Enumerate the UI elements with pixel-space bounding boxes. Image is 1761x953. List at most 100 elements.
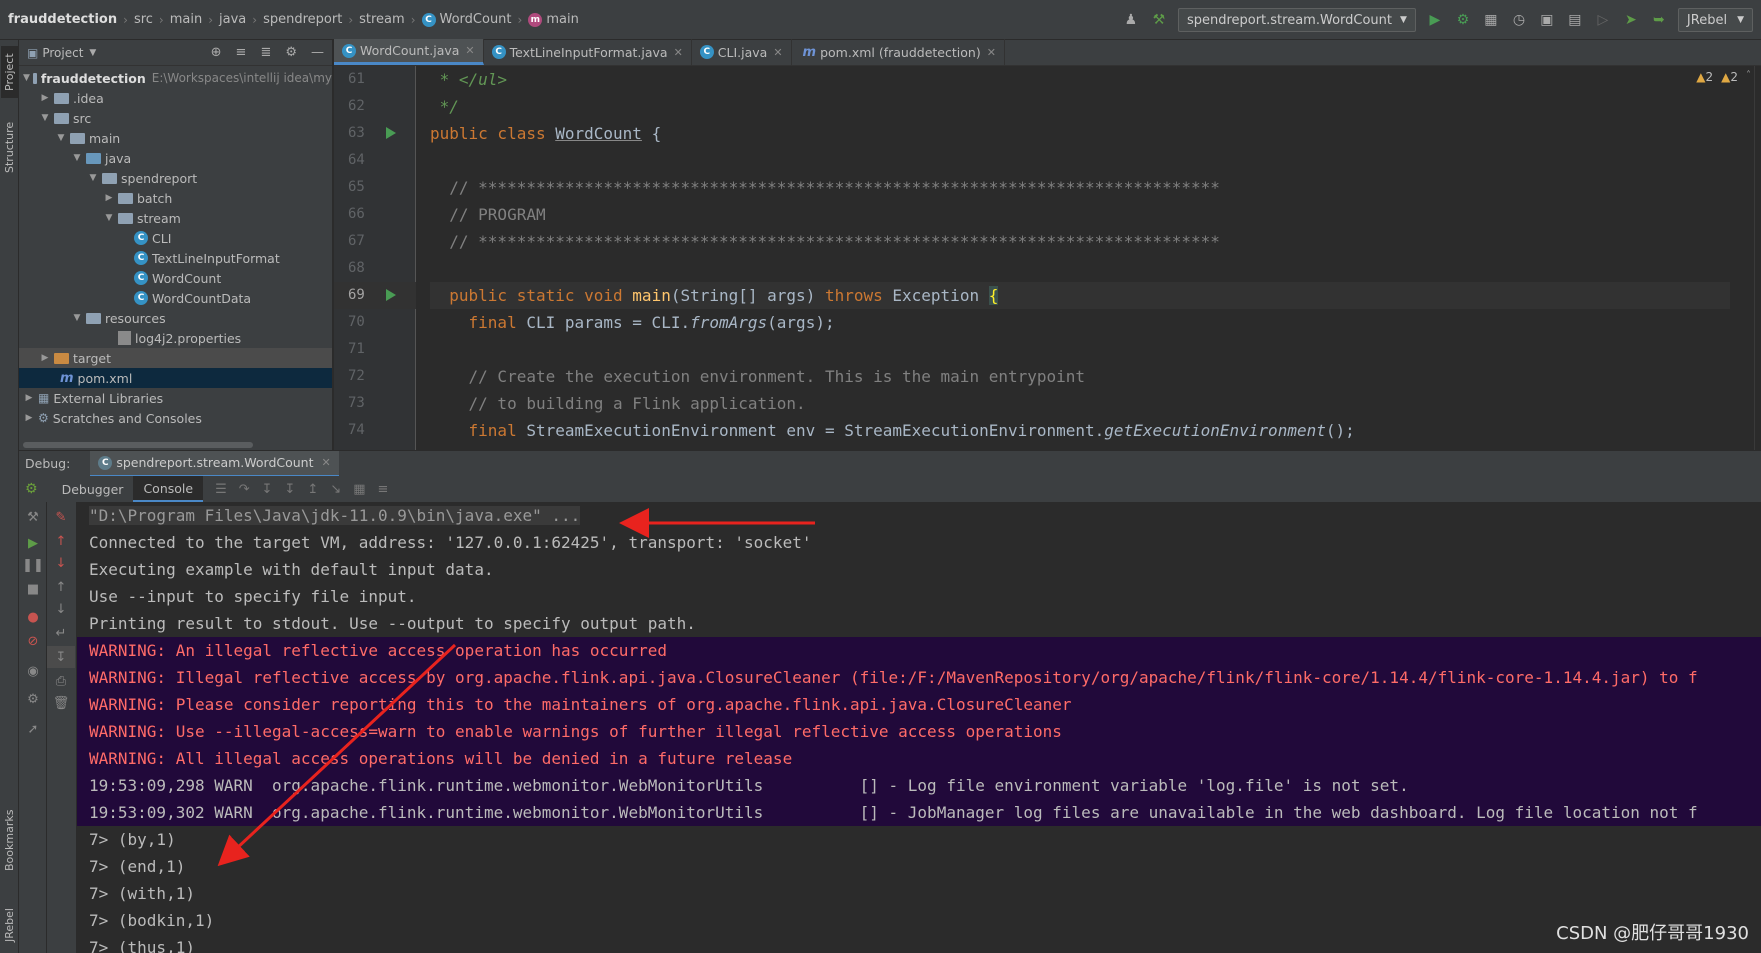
trace-icon[interactable]: ≡ bbox=[378, 482, 389, 497]
tree-item-log4j2[interactable]: log4j2.properties bbox=[19, 328, 332, 348]
build-hammer-icon[interactable]: ⚒ bbox=[1150, 11, 1168, 29]
tree-item-textlineinputformat[interactable]: C TextLineInputFormat bbox=[19, 248, 332, 268]
console-output[interactable]: "D:\Program Files\Java\jdk-11.0.9\bin\ja… bbox=[77, 502, 1761, 953]
console-command-text[interactable]: "D:\Program Files\Java\jdk-11.0.9\bin\ja… bbox=[89, 506, 581, 525]
chevron-right-icon[interactable]: ▶ bbox=[39, 353, 51, 363]
chevron-up-icon[interactable]: ˄ bbox=[1746, 70, 1751, 84]
breadcrumb-method[interactable]: m main bbox=[528, 12, 579, 27]
breadcrumb-java[interactable]: java bbox=[219, 12, 246, 27]
breadcrumb-class[interactable]: C WordCount bbox=[421, 12, 512, 27]
tree-item-java[interactable]: ▼ java bbox=[19, 148, 332, 168]
tree-item-idea[interactable]: ▶ .idea bbox=[19, 88, 332, 108]
project-panel-title[interactable]: Project bbox=[42, 46, 83, 60]
run-configuration-select[interactable]: spendreport.stream.WordCount ▼ bbox=[1177, 8, 1416, 32]
bookmarks-tool-tab[interactable]: Bookmarks bbox=[1, 805, 18, 875]
close-icon[interactable]: ✕ bbox=[322, 456, 331, 469]
tab-cli-java[interactable]: C CLI.java ✕ bbox=[692, 39, 792, 65]
run-icon[interactable]: ▶ bbox=[1426, 11, 1444, 29]
tab-wordcount-java[interactable]: C WordCount.java ✕ bbox=[334, 39, 484, 65]
chevron-right-icon[interactable]: ▶ bbox=[39, 93, 51, 103]
tab-debugger[interactable]: Debugger bbox=[52, 476, 134, 502]
project-tool-tab[interactable]: Project bbox=[1, 46, 18, 98]
up-arrow-icon[interactable]: ↑ bbox=[47, 530, 75, 552]
view-breakpoints-icon[interactable]: ● bbox=[19, 606, 47, 628]
pin-icon[interactable]: ➚ bbox=[19, 718, 47, 740]
minimize-icon[interactable]: — bbox=[311, 45, 324, 60]
tree-item-main[interactable]: ▼ main bbox=[19, 128, 332, 148]
debug-bug-icon[interactable]: ⚙ bbox=[1454, 11, 1472, 29]
collapse-all-icon[interactable]: ≣ bbox=[260, 45, 271, 60]
breadcrumb-main[interactable]: main bbox=[170, 12, 202, 27]
debug-session-tab[interactable]: Cspendreport.stream.WordCount ✕ bbox=[90, 450, 339, 477]
close-icon[interactable]: ✕ bbox=[465, 44, 474, 57]
jrebel-tool-tab[interactable]: JRebel bbox=[1, 900, 18, 950]
tab-pom-xml[interactable]: m pom.xml (frauddetection) ✕ bbox=[792, 39, 1005, 65]
scroll-down-icon[interactable]: ↓ bbox=[47, 598, 75, 620]
down-arrow-icon[interactable]: ↓ bbox=[47, 552, 75, 574]
close-icon[interactable]: ✕ bbox=[987, 46, 996, 59]
user-icon[interactable]: ♟ bbox=[1122, 11, 1140, 29]
stop-icon[interactable]: ■ bbox=[19, 578, 47, 600]
build-icon[interactable]: ▤ bbox=[1566, 11, 1584, 29]
chevron-down-icon[interactable]: ▼ bbox=[23, 73, 30, 83]
chevron-down-icon[interactable]: ▼ bbox=[71, 313, 83, 323]
chevron-right-icon[interactable]: ▶ bbox=[103, 193, 115, 203]
chevron-down-icon[interactable]: ▼ bbox=[39, 113, 51, 123]
clear-icon[interactable]: ✎ bbox=[47, 506, 75, 528]
tree-item-resources[interactable]: ▼ resources bbox=[19, 308, 332, 328]
scroll-to-end-icon[interactable]: ↧ bbox=[47, 646, 75, 668]
jrebel-select[interactable]: JRebel ▼ bbox=[1677, 8, 1753, 32]
print-icon[interactable]: ⎙ bbox=[47, 670, 75, 692]
breadcrumb-spendreport[interactable]: spendreport bbox=[263, 12, 342, 27]
scroll-up-icon[interactable]: ↑ bbox=[47, 576, 75, 598]
tree-item-pom[interactable]: m pom.xml bbox=[19, 368, 332, 388]
tree-item-wordcount[interactable]: C WordCount bbox=[19, 268, 332, 288]
tree-item-spendreport[interactable]: ▼ spendreport bbox=[19, 168, 332, 188]
camera-icon[interactable]: ◉ bbox=[19, 660, 47, 682]
code-editor[interactable]: 61 62 63 64 65 66 67 68 69 70 71 72 73 7… bbox=[334, 66, 1761, 450]
tree-item-cli[interactable]: C CLI bbox=[19, 228, 332, 248]
jrebel-run-icon[interactable]: ➤ bbox=[1622, 11, 1640, 29]
close-icon[interactable]: ✕ bbox=[674, 46, 683, 59]
mute-breakpoints-icon[interactable]: ⊘ bbox=[19, 630, 47, 652]
wrench-icon[interactable]: ⚒ bbox=[19, 506, 47, 528]
gear-icon[interactable]: ⚙ bbox=[285, 45, 297, 60]
structure-tool-tab[interactable]: Structure bbox=[1, 112, 18, 182]
horizontal-scrollbar[interactable] bbox=[23, 442, 253, 448]
resume-icon[interactable]: ▷ bbox=[1594, 11, 1612, 29]
trash-icon[interactable]: 🗑 bbox=[47, 692, 75, 714]
soft-wrap-icon[interactable]: ↵ bbox=[47, 622, 75, 644]
tab-console[interactable]: Console bbox=[133, 476, 204, 502]
expand-all-icon[interactable]: ≡ bbox=[236, 45, 247, 60]
tree-item-batch[interactable]: ▶ batch bbox=[19, 188, 332, 208]
jrebel-debug-icon[interactable]: ➥ bbox=[1650, 11, 1668, 29]
profile-icon[interactable]: ◷ bbox=[1510, 11, 1528, 29]
tree-item-external-libraries[interactable]: ▶ ▦ External Libraries bbox=[19, 388, 332, 408]
rerun-icon[interactable]: ▶ bbox=[19, 532, 47, 554]
step-over-icon[interactable]: ↧ bbox=[262, 482, 273, 497]
run-gutter-icon[interactable] bbox=[386, 289, 396, 301]
close-icon[interactable]: ✕ bbox=[773, 46, 782, 59]
breadcrumb-src[interactable]: src bbox=[134, 12, 153, 27]
chevron-down-icon[interactable]: ▼ bbox=[71, 153, 83, 163]
chevron-down-icon[interactable]: ▼ bbox=[103, 213, 115, 223]
tree-item-scratches[interactable]: ▶ ⚙ Scratches and Consoles bbox=[19, 408, 332, 428]
menu-icon[interactable]: ☰ bbox=[215, 482, 227, 497]
breadcrumb-project[interactable]: frauddetection bbox=[8, 12, 117, 27]
tree-item-wordcountdata[interactable]: C WordCountData bbox=[19, 288, 332, 308]
locate-icon[interactable]: ⊕ bbox=[211, 45, 222, 60]
tab-textlineinputformat-java[interactable]: C TextLineInputFormat.java ✕ bbox=[484, 39, 692, 65]
chevron-down-icon[interactable]: ▼ bbox=[89, 48, 96, 58]
breadcrumb-stream[interactable]: stream bbox=[359, 12, 405, 27]
chevron-down-icon[interactable]: ▼ bbox=[55, 133, 67, 143]
tree-item-root[interactable]: ▼ frauddetection E:\Workspaces\intellij … bbox=[19, 68, 332, 88]
step-into-icon[interactable]: ↧ bbox=[285, 482, 296, 497]
show-execution-point-icon[interactable]: ↷ bbox=[239, 482, 250, 497]
evaluate-icon[interactable]: ▦ bbox=[353, 482, 365, 497]
chevron-right-icon[interactable]: ▶ bbox=[23, 413, 35, 423]
run-to-cursor-icon[interactable]: ↘ bbox=[330, 482, 341, 497]
tree-item-src[interactable]: ▼ src bbox=[19, 108, 332, 128]
pause-icon[interactable]: ❚❚ bbox=[19, 554, 47, 576]
gear-icon[interactable]: ⚙ bbox=[19, 688, 47, 710]
step-out-icon[interactable]: ↥ bbox=[307, 482, 318, 497]
